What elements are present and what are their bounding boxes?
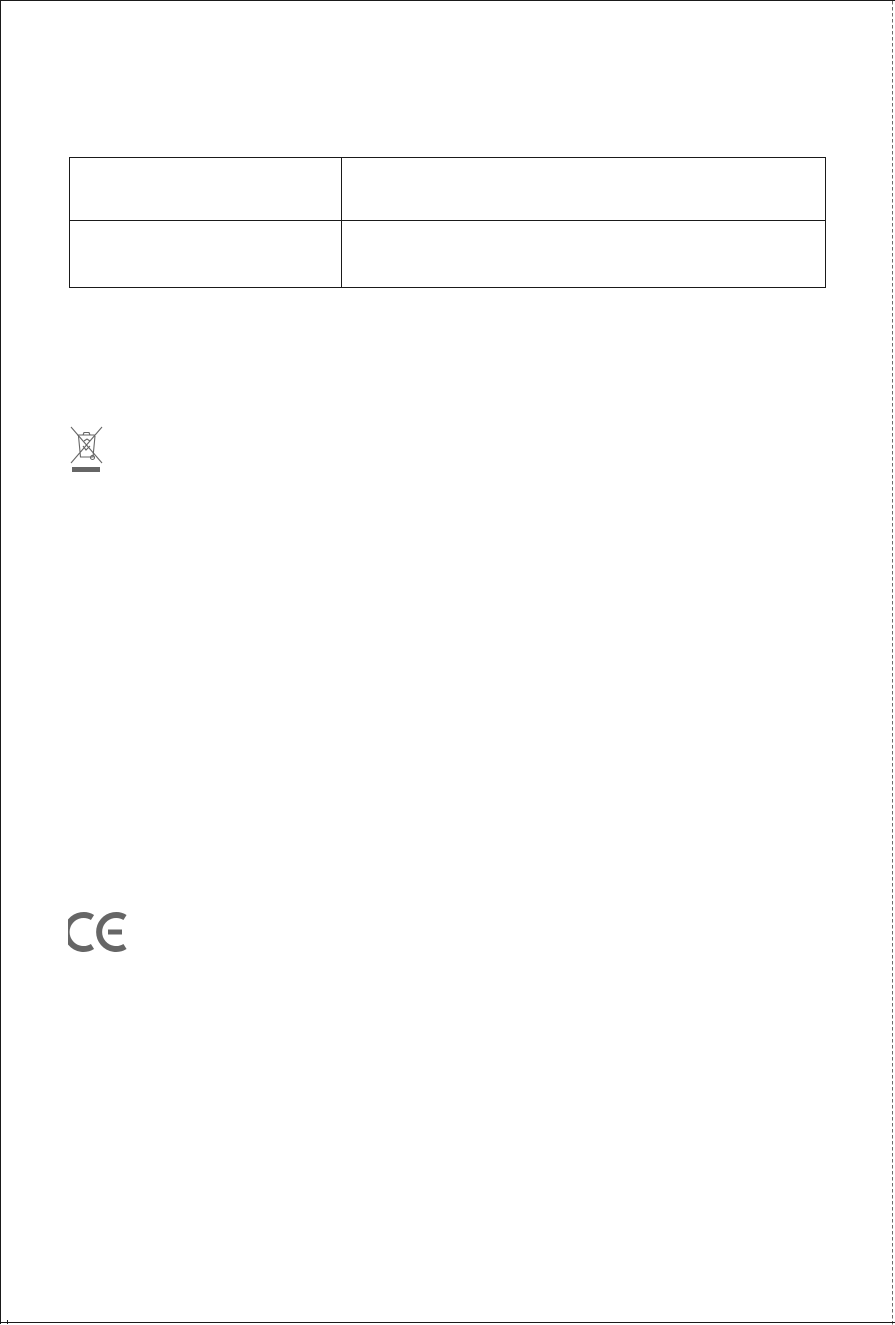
table-cell-value — [341, 157, 826, 221]
info-table — [69, 157, 826, 288]
table-cell-value — [341, 220, 826, 288]
page-right-edge — [892, 1, 893, 1325]
table-cell-label — [69, 220, 342, 288]
crop-mark — [7, 1320, 8, 1324]
table-row — [69, 220, 826, 288]
crossed-out-wheelie-bin-icon — [70, 426, 103, 472]
manual-page — [0, 0, 895, 1325]
ce-mark-icon — [68, 912, 127, 952]
page-bottom-edge — [1, 1322, 895, 1323]
table-row — [69, 157, 826, 221]
table-cell-label — [69, 157, 342, 221]
